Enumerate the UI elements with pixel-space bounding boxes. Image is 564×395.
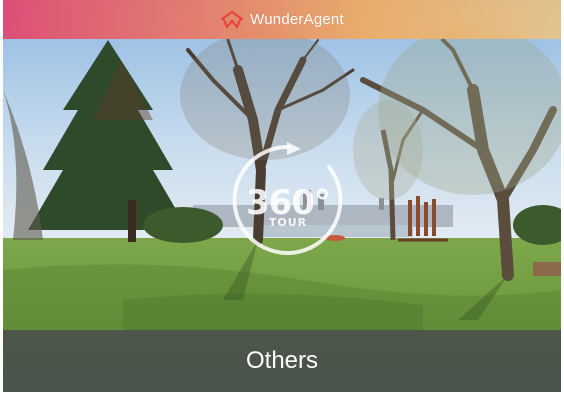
caption-bar: Others: [3, 330, 561, 392]
brand-header[interactable]: WunderAgent: [3, 0, 561, 39]
house-w-logo-icon: [220, 10, 244, 29]
brand-name: WunderAgent: [250, 11, 344, 28]
tour-label: TOUR: [268, 216, 308, 229]
image-caption: Others: [245, 347, 319, 374]
listing-image-card[interactable]: WunderAgent 360° TOUR Others: [3, 0, 561, 392]
tour-360-badge[interactable]: 360° TOUR: [229, 141, 347, 259]
